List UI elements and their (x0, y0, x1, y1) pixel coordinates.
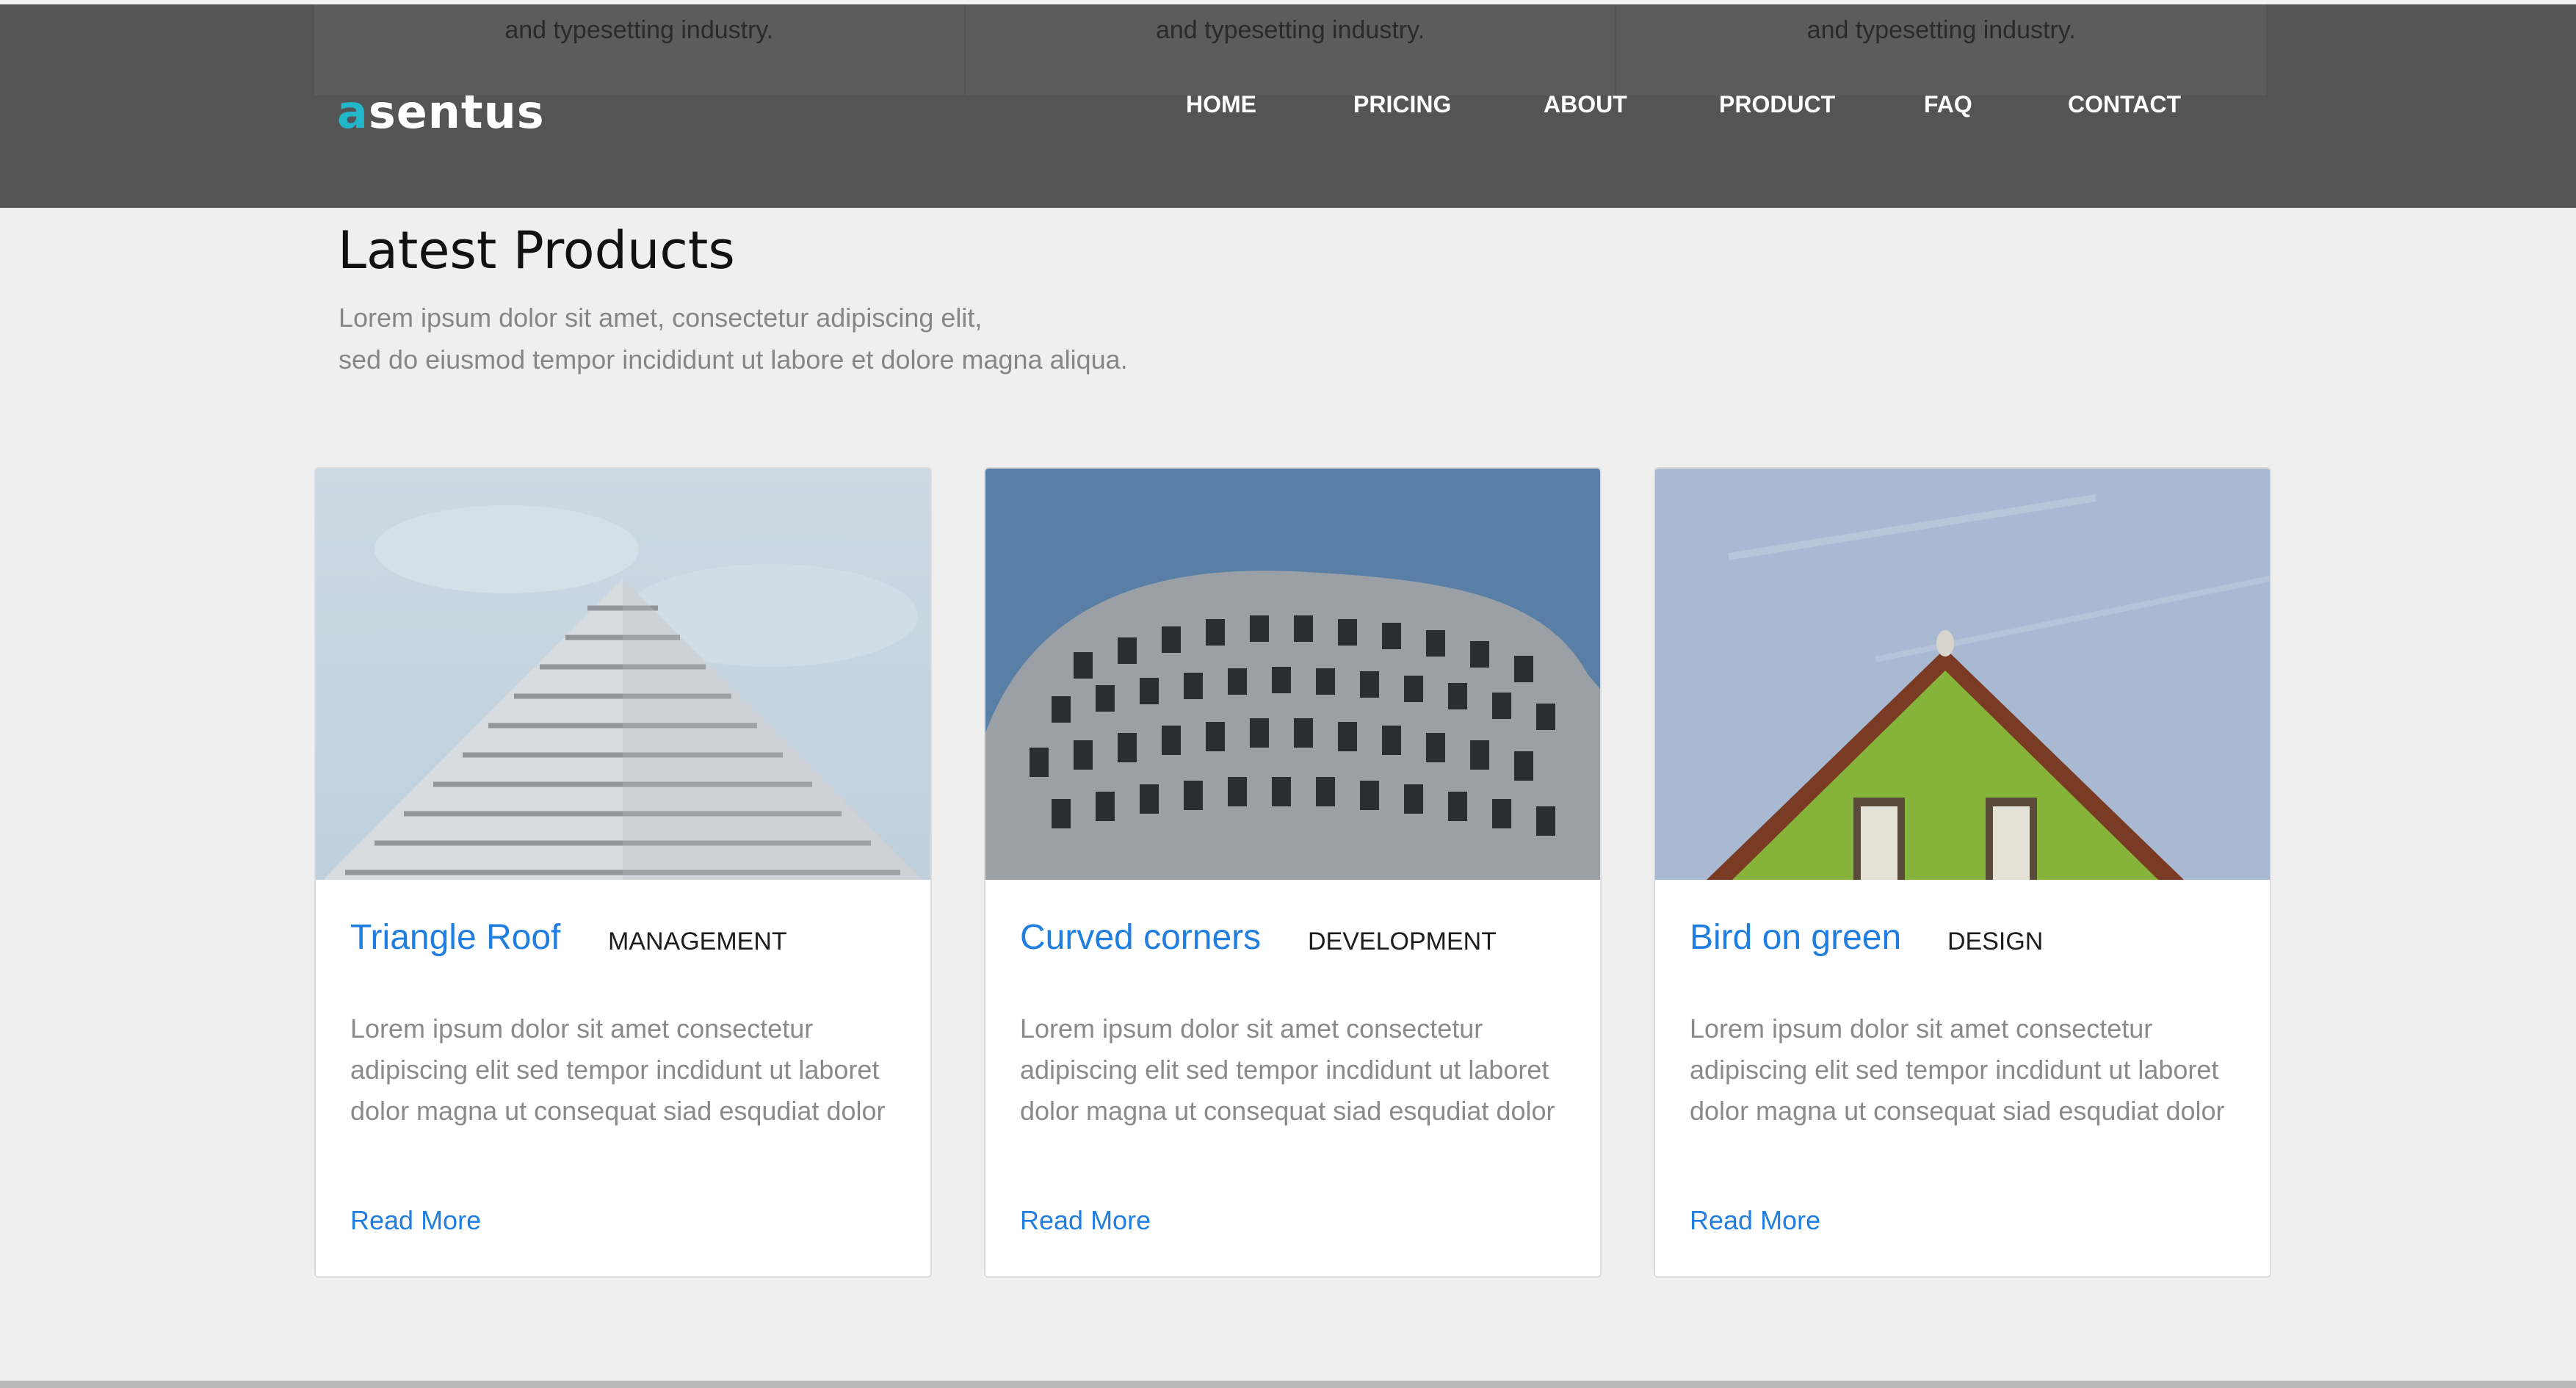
card-category-tag: DEVELOPMENT (1308, 928, 1497, 955)
card-description: Lorem ipsum dolor sit amet consectetur a… (1690, 1013, 2225, 1126)
ghost-feature-cell: and typesetting industry. (965, 4, 1616, 95)
main-nav: HOME PRICING ABOUT PRODUCT FAQ CONTACT (1146, 91, 2247, 135)
nav-contact[interactable]: CONTACT (2068, 91, 2181, 118)
product-image-bird-on-green[interactable] (1655, 469, 2270, 880)
section-subtitle-line: sed do eiusmod tempor incididunt ut labo… (339, 344, 1128, 375)
ghost-feature-cell: and typesetting industry. (1616, 4, 2267, 95)
product-card: Bird on green DESIGN Lorem ipsum dolor s… (1654, 467, 2271, 1278)
product-card: Triangle Roof MANAGEMENT Lorem ipsum dol… (314, 467, 932, 1278)
card-title[interactable]: Bird on green (1690, 917, 1901, 958)
site-header: and typesetting industry. and typesettin… (0, 4, 2576, 208)
nav-product[interactable]: PRODUCT (1719, 91, 1835, 118)
site-logo[interactable]: asentus (337, 85, 545, 139)
card-description: Lorem ipsum dolor sit amet consectetur a… (1020, 1013, 1555, 1126)
page-bottom-border (0, 1381, 2576, 1388)
card-description: Lorem ipsum dolor sit amet consectetur a… (350, 1013, 886, 1126)
logo-wordmark: sentus (368, 85, 545, 139)
nav-about[interactable]: ABOUT (1544, 91, 1627, 118)
section-subtitle: Lorem ipsum dolor sit amet, consectetur … (339, 297, 1128, 380)
ghost-feature-cell: and typesetting industry. (314, 4, 964, 95)
section-subtitle-line: Lorem ipsum dolor sit amet, consectetur … (339, 303, 983, 333)
product-card: Curved corners DEVELOPMENT Lorem ipsum d… (984, 467, 1602, 1278)
product-image-curved-corners[interactable] (985, 469, 1600, 880)
logo-accent-letter: a (337, 85, 369, 139)
ghost-feature-row: and typesetting industry. and typesettin… (314, 4, 2268, 95)
card-title[interactable]: Curved corners (1020, 917, 1261, 958)
nav-pricing[interactable]: PRICING (1353, 91, 1451, 118)
nav-faq[interactable]: FAQ (1924, 91, 1972, 118)
card-category-tag: MANAGEMENT (608, 928, 787, 955)
section-title: Latest Products (338, 220, 735, 281)
read-more-link[interactable]: Read More (1690, 1205, 1820, 1236)
card-category-tag: DESIGN (1947, 928, 2044, 955)
product-image-triangle-roof[interactable] (316, 469, 930, 880)
card-title[interactable]: Triangle Roof (350, 917, 560, 958)
read-more-link[interactable]: Read More (1020, 1205, 1151, 1236)
read-more-link[interactable]: Read More (350, 1205, 481, 1236)
nav-home[interactable]: HOME (1186, 91, 1256, 118)
